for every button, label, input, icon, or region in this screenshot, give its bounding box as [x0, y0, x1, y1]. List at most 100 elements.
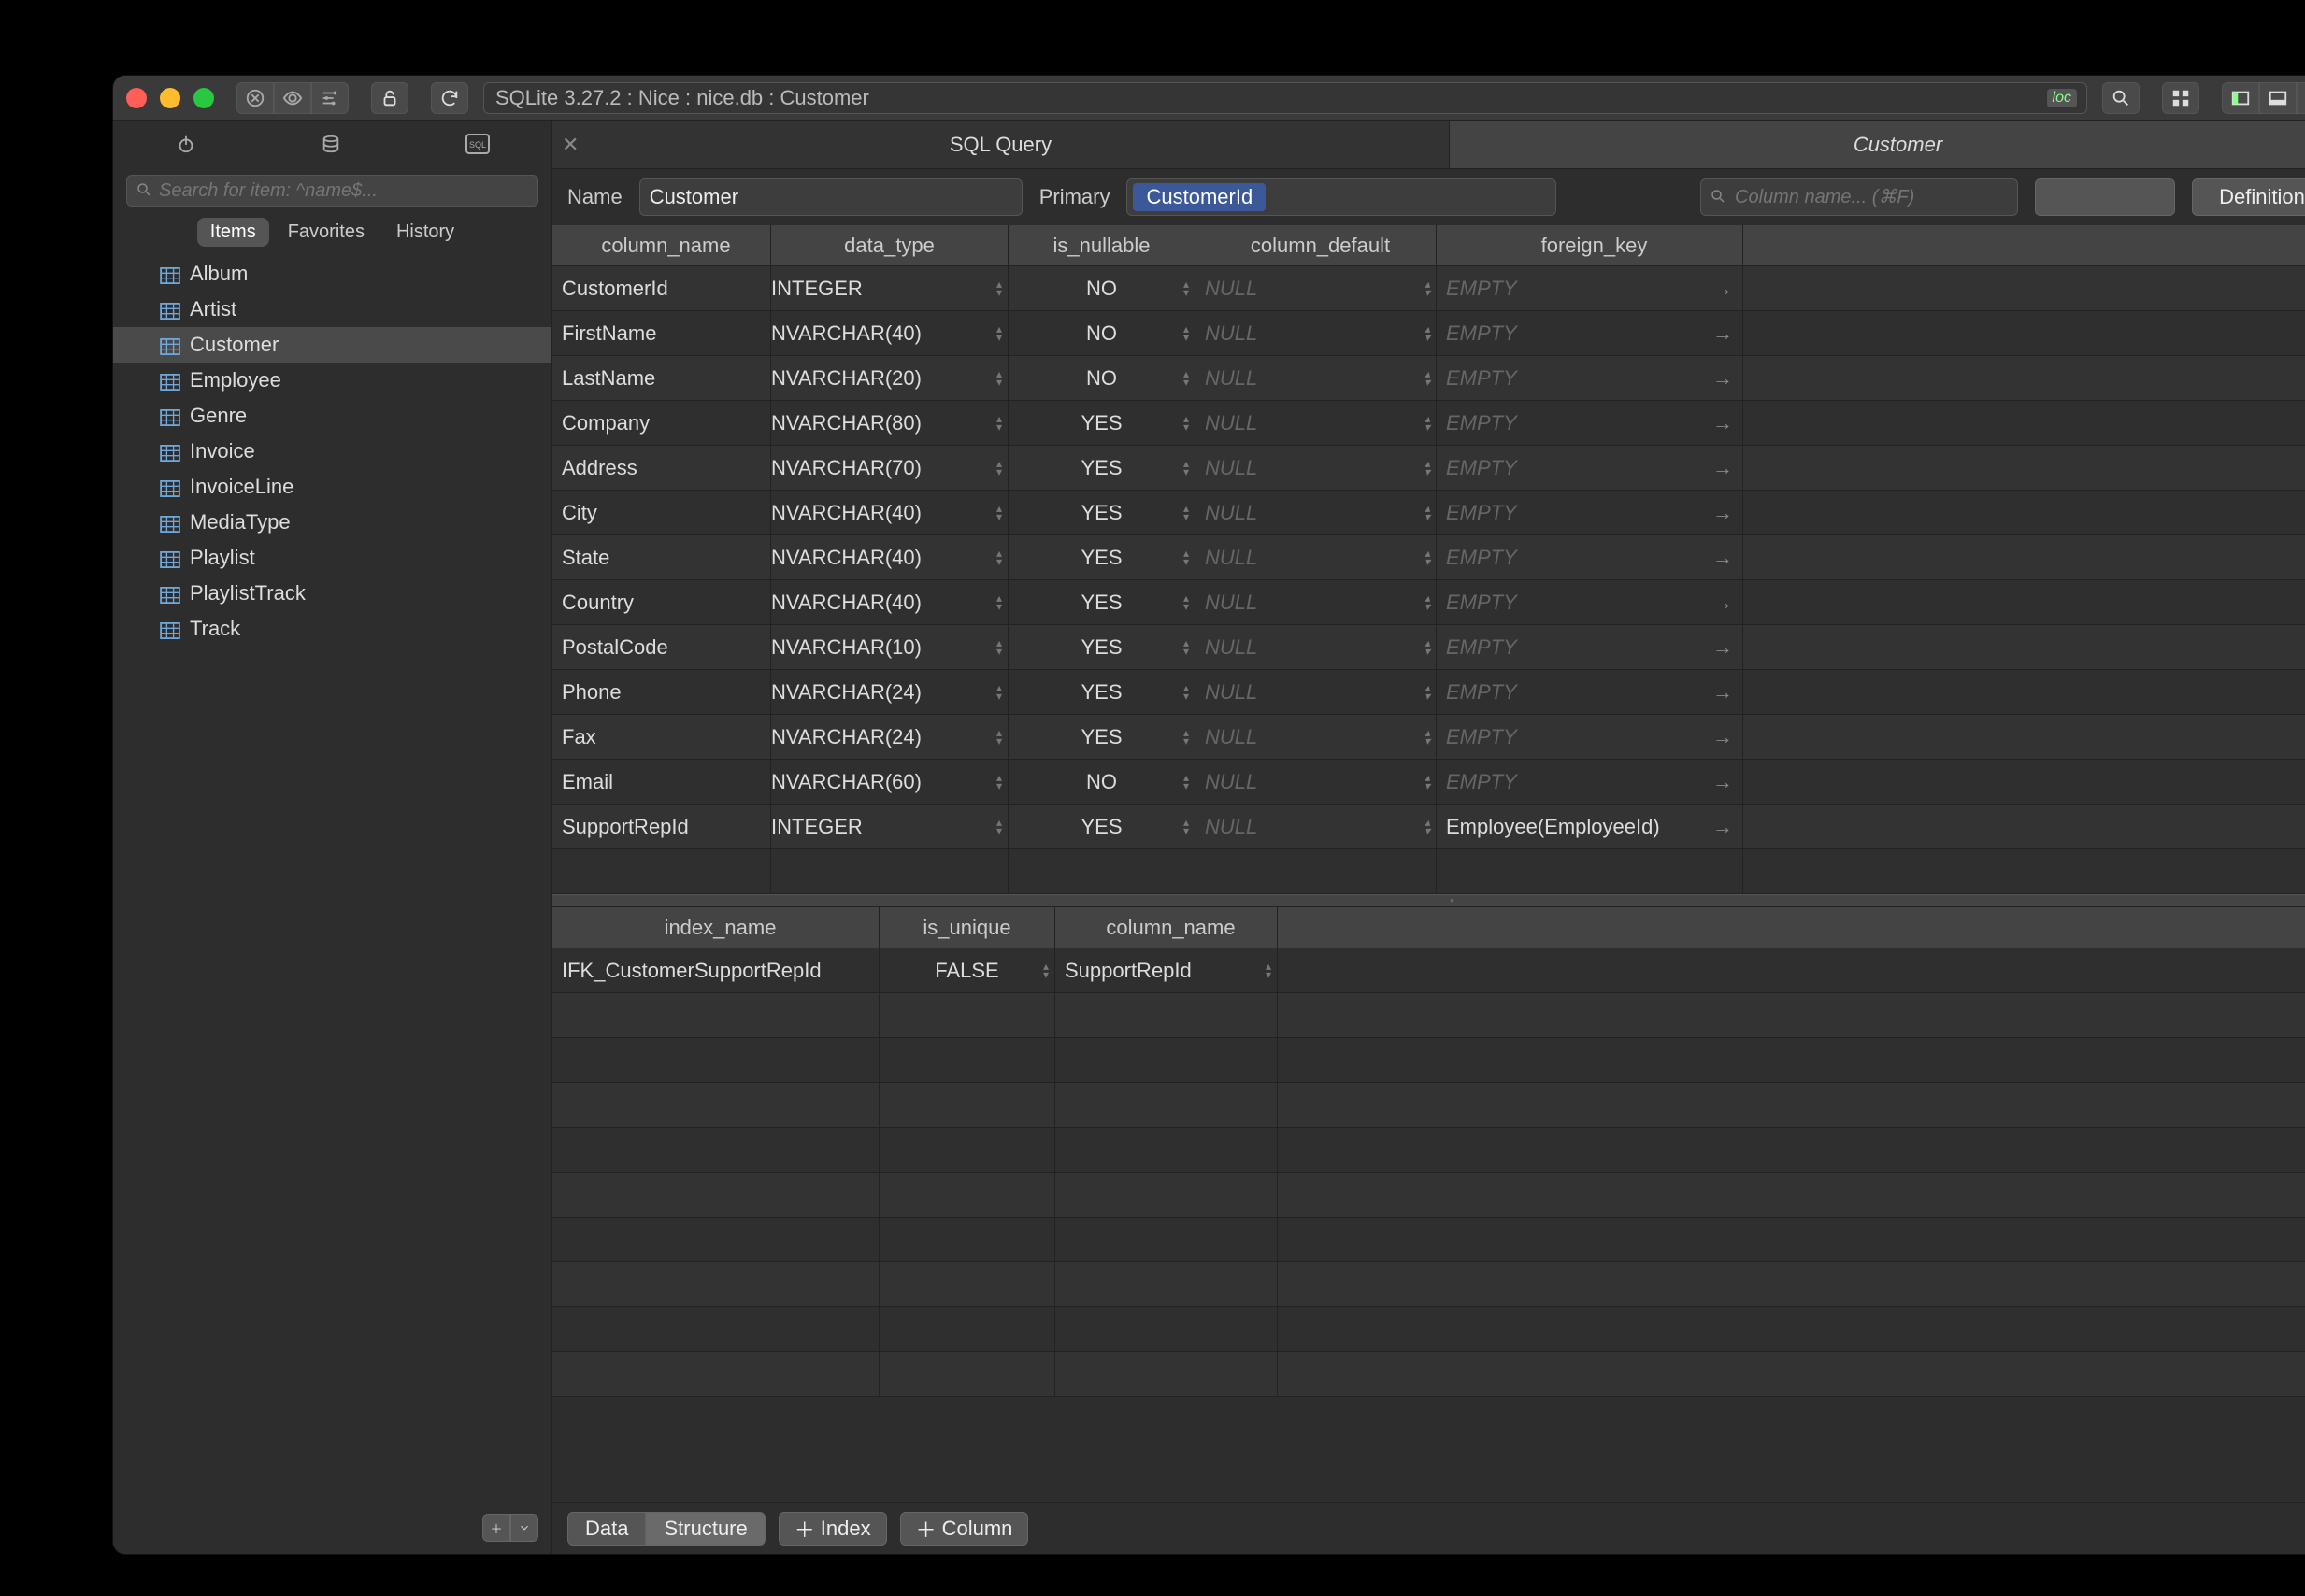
- col-name-cell[interactable]: Address: [552, 446, 771, 490]
- ix-column-cell[interactable]: SupportRepId▴▾: [1055, 948, 1278, 992]
- stepper-icon[interactable]: ▴▾: [1266, 962, 1271, 979]
- arrow-right-icon[interactable]: →: [1712, 815, 1733, 839]
- stepper-icon[interactable]: ▴▾: [1183, 460, 1189, 477]
- stepper-icon[interactable]: ▴▾: [1043, 962, 1049, 979]
- layout-right-button[interactable]: [2297, 82, 2305, 114]
- col-nullable-cell[interactable]: YES▴▾: [1009, 446, 1195, 490]
- cancel-button[interactable]: [236, 82, 274, 114]
- add-more-button[interactable]: [510, 1514, 538, 1542]
- layout-bottom-button[interactable]: [2259, 82, 2297, 114]
- column-row[interactable]: FaxNVARCHAR(24)▴▾YES▴▾NULL▴▾EMPTY→: [552, 715, 2305, 760]
- stepper-icon[interactable]: ▴▾: [1425, 684, 1430, 701]
- stepper-icon[interactable]: ▴▾: [996, 549, 1002, 566]
- col-fk-cell[interactable]: EMPTY→: [1437, 491, 1743, 534]
- col-name-cell[interactable]: CustomerId: [552, 266, 771, 310]
- col-name-cell[interactable]: PostalCode: [552, 625, 771, 669]
- stepper-icon[interactable]: ▴▾: [996, 325, 1002, 342]
- arrow-right-icon[interactable]: →: [1712, 456, 1733, 480]
- col-default-cell[interactable]: NULL▴▾: [1195, 760, 1437, 804]
- col-name-cell[interactable]: Fax: [552, 715, 771, 759]
- stepper-icon[interactable]: ▴▾: [1183, 280, 1189, 297]
- stepper-icon[interactable]: ▴▾: [1183, 549, 1189, 566]
- col-name-cell[interactable]: Email: [552, 760, 771, 804]
- header-index-name[interactable]: index_name: [552, 907, 880, 948]
- stepper-icon[interactable]: ▴▾: [1183, 370, 1189, 387]
- add-table-button[interactable]: ＋: [482, 1514, 510, 1542]
- column-row[interactable]: FirstNameNVARCHAR(40)▴▾NO▴▾NULL▴▾EMPTY→: [552, 311, 2305, 356]
- grid-button[interactable]: [2162, 82, 2199, 114]
- header-is-unique[interactable]: is_unique: [880, 907, 1055, 948]
- sidebar-item-artist[interactable]: Artist: [113, 292, 551, 327]
- stepper-icon[interactable]: ▴▾: [1425, 639, 1430, 656]
- col-default-cell[interactable]: NULL▴▾: [1195, 401, 1437, 445]
- close-tab-icon[interactable]: ✕: [562, 133, 579, 157]
- column-row[interactable]: CustomerIdINTEGER▴▾NO▴▾NULL▴▾EMPTY→: [552, 266, 2305, 311]
- col-nullable-cell[interactable]: YES▴▾: [1009, 805, 1195, 848]
- arrow-right-icon[interactable]: →: [1712, 680, 1733, 705]
- col-fk-cell[interactable]: Employee(EmployeeId)→: [1437, 805, 1743, 848]
- sidebar-item-playlist[interactable]: Playlist: [113, 540, 551, 576]
- col-default-cell[interactable]: NULL▴▾: [1195, 670, 1437, 714]
- col-type-cell[interactable]: NVARCHAR(40)▴▾: [771, 580, 1009, 624]
- arrow-right-icon[interactable]: →: [1712, 591, 1733, 615]
- column-row[interactable]: StateNVARCHAR(40)▴▾YES▴▾NULL▴▾EMPTY→: [552, 535, 2305, 580]
- stepper-icon[interactable]: ▴▾: [996, 280, 1002, 297]
- col-fk-cell[interactable]: EMPTY→: [1437, 625, 1743, 669]
- stepper-icon[interactable]: ▴▾: [1425, 549, 1430, 566]
- arrow-right-icon[interactable]: →: [1712, 546, 1733, 570]
- col-type-cell[interactable]: INTEGER▴▾: [771, 266, 1009, 310]
- stepper-icon[interactable]: ▴▾: [1425, 370, 1430, 387]
- column-row[interactable]: PostalCodeNVARCHAR(10)▴▾YES▴▾NULL▴▾EMPTY…: [552, 625, 2305, 670]
- stepper-icon[interactable]: ▴▾: [1183, 594, 1189, 611]
- splitter[interactable]: [552, 894, 2305, 907]
- arrow-right-icon[interactable]: →: [1712, 277, 1733, 301]
- col-nullable-cell[interactable]: NO▴▾: [1009, 266, 1195, 310]
- column-search-input[interactable]: [1700, 178, 2018, 216]
- col-nullable-cell[interactable]: YES▴▾: [1009, 401, 1195, 445]
- index-row[interactable]: IFK_CustomerSupportRepIdFALSE▴▾SupportRe…: [552, 948, 2305, 993]
- column-row[interactable]: CountryNVARCHAR(40)▴▾YES▴▾NULL▴▾EMPTY→: [552, 580, 2305, 625]
- col-fk-cell[interactable]: EMPTY→: [1437, 311, 1743, 355]
- sidebar-item-genre[interactable]: Genre: [113, 398, 551, 434]
- column-row[interactable]: LastNameNVARCHAR(20)▴▾NO▴▾NULL▴▾EMPTY→: [552, 356, 2305, 401]
- col-fk-cell[interactable]: EMPTY→: [1437, 670, 1743, 714]
- col-nullable-cell[interactable]: NO▴▾: [1009, 760, 1195, 804]
- col-type-cell[interactable]: INTEGER▴▾: [771, 805, 1009, 848]
- col-name-cell[interactable]: FirstName: [552, 311, 771, 355]
- col-nullable-cell[interactable]: YES▴▾: [1009, 580, 1195, 624]
- col-type-cell[interactable]: NVARCHAR(80)▴▾: [771, 401, 1009, 445]
- layout-left-button[interactable]: [2222, 82, 2259, 114]
- structure-view-button[interactable]: Structure: [646, 1512, 765, 1546]
- col-fk-cell[interactable]: EMPTY→: [1437, 266, 1743, 310]
- col-default-cell[interactable]: NULL▴▾: [1195, 311, 1437, 355]
- stepper-icon[interactable]: ▴▾: [1425, 819, 1430, 835]
- col-default-cell[interactable]: NULL▴▾: [1195, 446, 1437, 490]
- arrow-right-icon[interactable]: →: [1712, 635, 1733, 660]
- stepper-icon[interactable]: ▴▾: [1425, 729, 1430, 746]
- col-fk-cell[interactable]: EMPTY→: [1437, 401, 1743, 445]
- col-fk-cell[interactable]: EMPTY→: [1437, 715, 1743, 759]
- col-type-cell[interactable]: NVARCHAR(24)▴▾: [771, 670, 1009, 714]
- arrow-right-icon[interactable]: →: [1712, 770, 1733, 794]
- col-type-cell[interactable]: NVARCHAR(40)▴▾: [771, 535, 1009, 579]
- col-type-cell[interactable]: NVARCHAR(10)▴▾: [771, 625, 1009, 669]
- stepper-icon[interactable]: ▴▾: [1183, 819, 1189, 835]
- col-type-cell[interactable]: NVARCHAR(40)▴▾: [771, 491, 1009, 534]
- header-column-name[interactable]: column_name: [552, 225, 771, 265]
- sidebar-search-input[interactable]: [126, 175, 538, 207]
- col-fk-cell[interactable]: EMPTY→: [1437, 580, 1743, 624]
- lock-button[interactable]: [371, 82, 408, 114]
- header-data-type[interactable]: data_type: [771, 225, 1009, 265]
- reload-button[interactable]: [431, 82, 468, 114]
- sidebar-item-track[interactable]: Track: [113, 611, 551, 647]
- minimize-window-button[interactable]: [160, 88, 180, 108]
- column-row[interactable]: EmailNVARCHAR(60)▴▾NO▴▾NULL▴▾EMPTY→: [552, 760, 2305, 805]
- close-window-button[interactable]: [126, 88, 147, 108]
- col-name-cell[interactable]: State: [552, 535, 771, 579]
- column-row[interactable]: CompanyNVARCHAR(80)▴▾YES▴▾NULL▴▾EMPTY→: [552, 401, 2305, 446]
- arrow-right-icon[interactable]: →: [1712, 501, 1733, 525]
- tab-customer[interactable]: Customer: [1450, 121, 2305, 168]
- col-default-cell[interactable]: NULL▴▾: [1195, 535, 1437, 579]
- sql-icon[interactable]: SQL: [465, 134, 490, 157]
- header-index-column[interactable]: column_name: [1055, 907, 1278, 948]
